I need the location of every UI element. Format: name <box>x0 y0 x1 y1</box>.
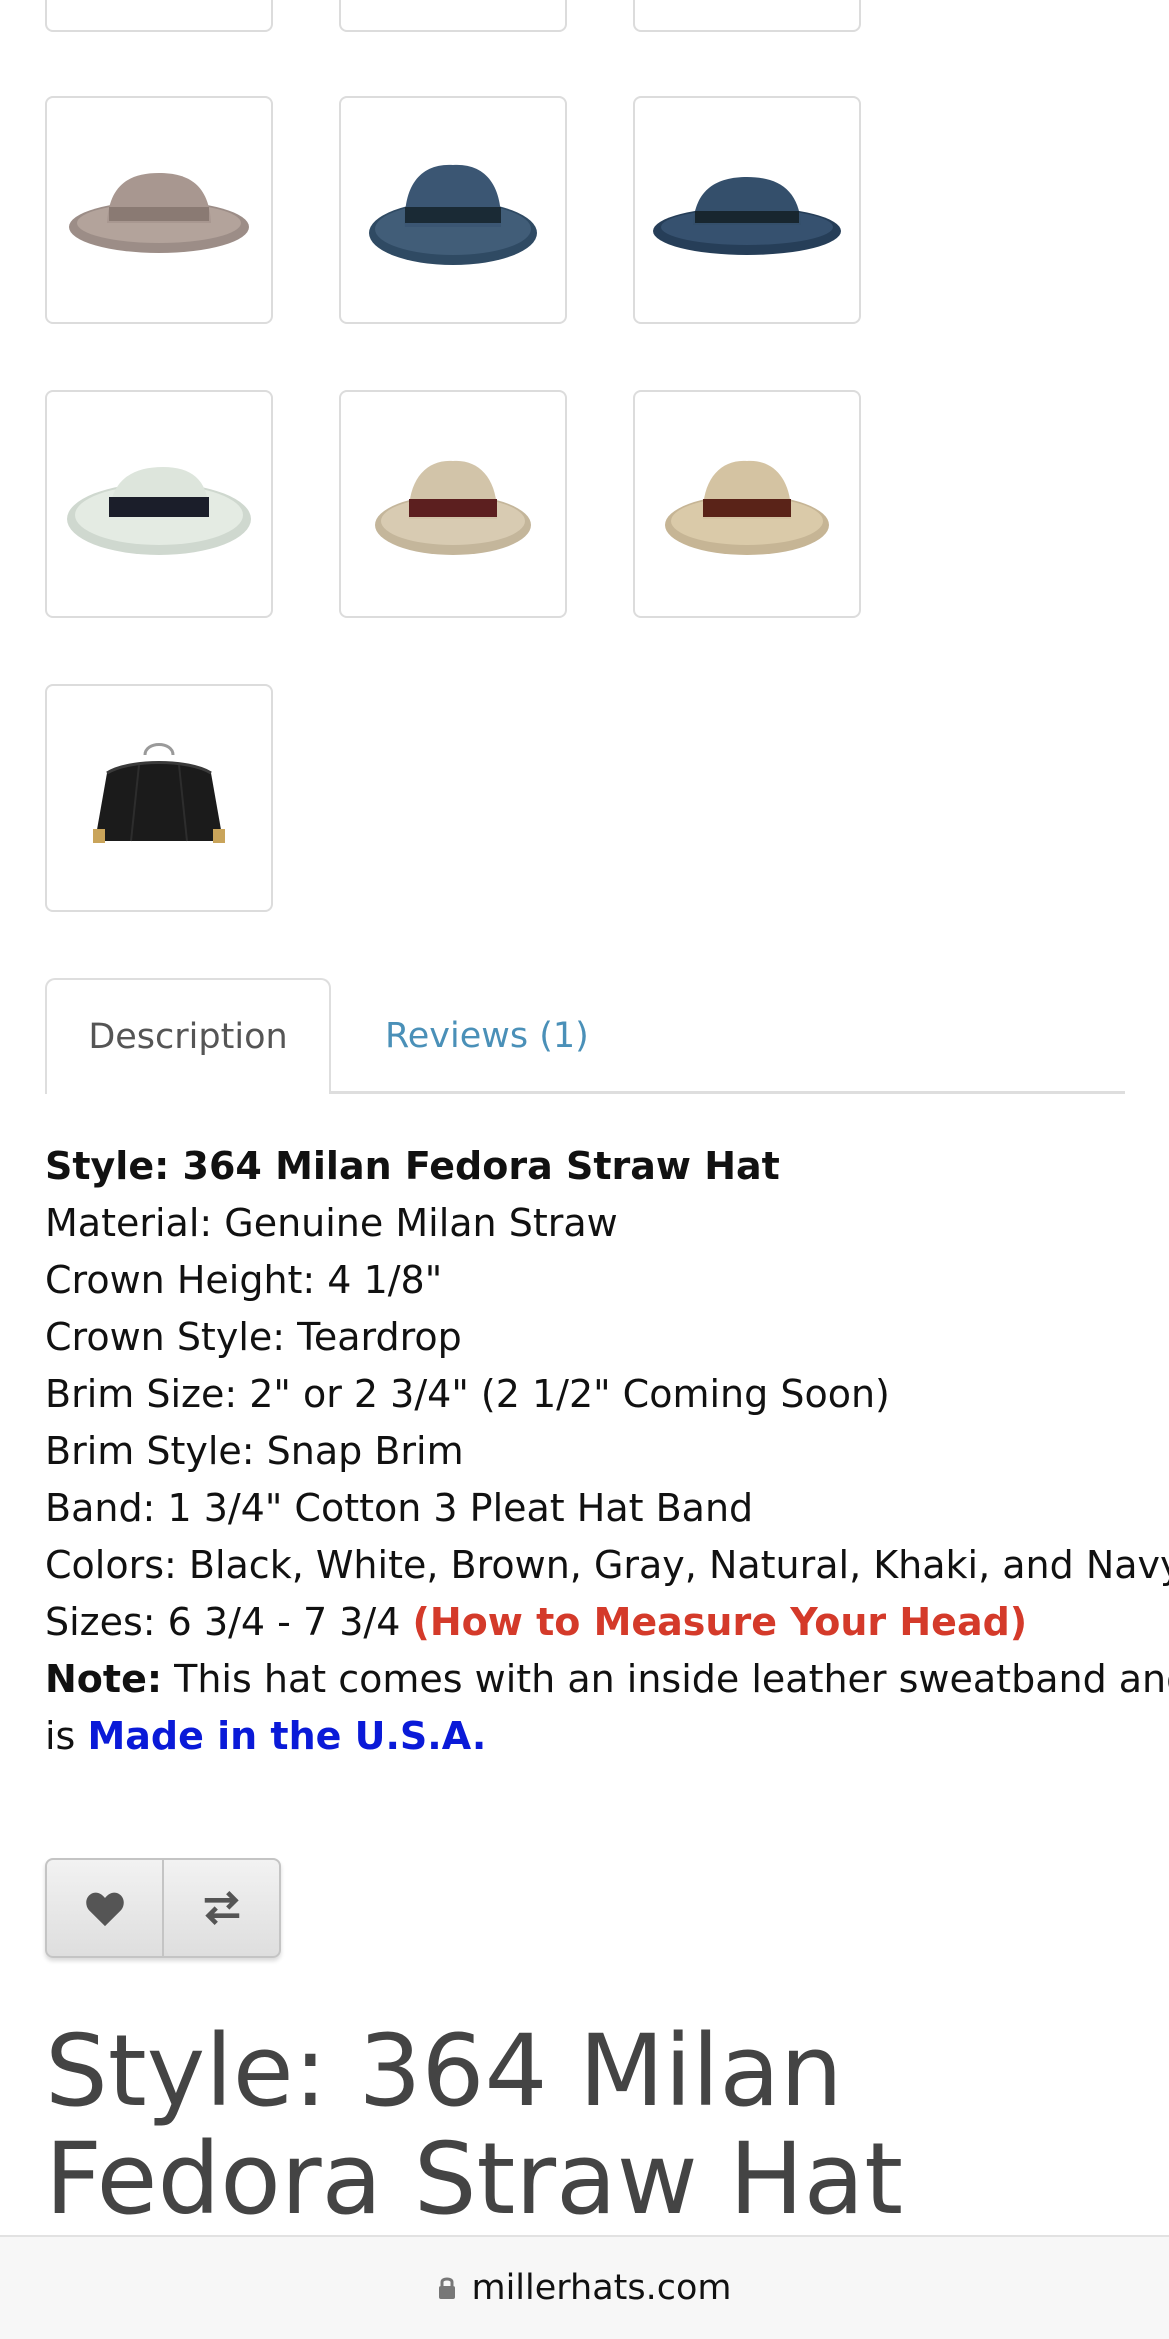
note-label: Note: <box>45 1657 163 1701</box>
fedora-blue-image <box>369 164 537 265</box>
gallery-thumb-fedora-taupe[interactable] <box>45 96 273 324</box>
measure-head-link[interactable]: (How to Measure Your Head) <box>412 1600 1027 1644</box>
gallery-thumb-fedora-khaki[interactable] <box>633 390 861 618</box>
made-in-usa: Made in the U.S.A. <box>87 1714 487 1758</box>
gallery-thumb-partial-1[interactable] <box>45 0 273 32</box>
note-text: This hat comes with an inside leather sw… <box>162 1657 1169 1701</box>
compare-button[interactable] <box>162 1860 279 1956</box>
product-title: Style: 364 Milan Fedora Straw Hat <box>45 2014 904 2237</box>
fedora-natural-image <box>375 460 531 555</box>
product-description: Style: 364 Milan Fedora Straw Hat Materi… <box>45 1138 1169 1765</box>
fedora-khaki-image <box>665 460 829 555</box>
note-is: is <box>45 1714 88 1758</box>
note-line: Note: This hat comes with an inside leat… <box>45 1651 1169 1708</box>
fedora-white-image <box>67 467 251 555</box>
gallery-thumb-fedora-white[interactable] <box>45 390 273 618</box>
colors-line: Colors: Black, White, Brown, Gray, Natur… <box>45 1543 1169 1587</box>
gallery-thumb-hat-box[interactable] <box>45 684 273 912</box>
brim-style-line: Brim Style: Snap Brim <box>45 1429 464 1473</box>
lock-icon <box>439 2277 456 2299</box>
gallery-thumb-fedora-natural[interactable] <box>339 390 567 618</box>
tab-description[interactable]: Description <box>45 978 331 1094</box>
product-action-buttons <box>45 1858 281 1958</box>
browser-url-bar[interactable]: millerhats.com <box>0 2235 1169 2339</box>
gallery-thumb-fedora-blue-teardrop[interactable] <box>339 96 567 324</box>
gallery-thumb-partial-3[interactable] <box>633 0 861 32</box>
style-line: Style: 364 Milan Fedora Straw Hat <box>45 1144 780 1188</box>
gallery-thumb-fedora-navy[interactable] <box>633 96 861 324</box>
wishlist-button[interactable] <box>47 1860 162 1956</box>
sizes-text: Sizes: 6 3/4 - 7 3/4 <box>45 1600 413 1644</box>
brim-size-line: Brim Size: 2" or 2 3/4" (2 1/2" Coming S… <box>45 1372 890 1416</box>
heart-icon <box>85 1892 124 1927</box>
hat-box-image <box>93 743 225 843</box>
tab-reviews[interactable]: Reviews (1) <box>385 978 589 1094</box>
gallery-thumb-partial-2[interactable] <box>339 0 567 32</box>
material-line: Material: Genuine Milan Straw <box>45 1201 618 1245</box>
fedora-taupe-image <box>69 173 249 253</box>
sizes-line: Sizes: 6 3/4 - 7 3/4 (How to Measure You… <box>45 1594 1135 1651</box>
product-tabs: Description Reviews (1) <box>45 978 1125 1094</box>
crown-height-line: Crown Height: 4 1/8" <box>45 1258 443 1302</box>
crown-style-line: Crown Style: Teardrop <box>45 1315 462 1359</box>
compare-arrows-icon <box>204 1891 239 1925</box>
made-in-line: is Made in the U.S.A. <box>45 1708 1135 1765</box>
band-line: Band: 1 3/4" Cotton 3 Pleat Hat Band <box>45 1486 754 1530</box>
fedora-navy-image <box>653 177 841 255</box>
url-domain: millerhats.com <box>471 2268 732 2308</box>
